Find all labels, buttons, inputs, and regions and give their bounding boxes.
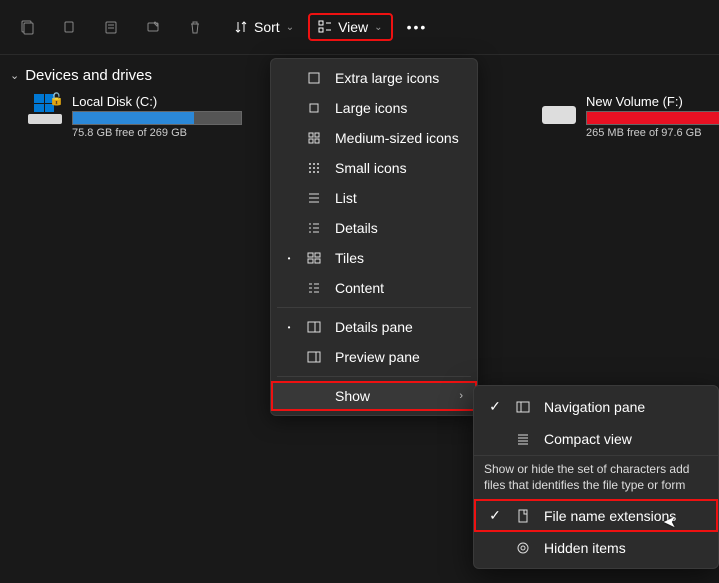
details-icon <box>305 221 323 235</box>
drive-icon: 🔓 <box>28 94 62 124</box>
grid-lg-icon <box>305 101 323 115</box>
delete-button[interactable] <box>176 8 214 46</box>
grid-xl-icon <box>305 71 323 85</box>
show-submenu: ✓Navigation pane Compact view Show or hi… <box>473 385 719 569</box>
check-icon: ✓ <box>488 507 502 524</box>
drive-free: 75.8 GB free of 269 GB <box>72 127 242 139</box>
section-title: Devices and drives <box>25 67 152 84</box>
sort-button[interactable]: Sort ⌄ <box>224 13 304 41</box>
chevron-down-icon: ⌄ <box>374 22 382 33</box>
usage-bar <box>72 111 242 125</box>
sort-label: Sort <box>254 19 280 35</box>
cursor-icon: ➤ <box>663 512 676 532</box>
drive-f[interactable]: New Volume (F:) 265 MB free of 97.6 GB <box>542 94 719 139</box>
view-label: View <box>338 19 368 35</box>
hidden-icon <box>514 541 532 555</box>
grid-sm-icon <box>305 161 323 175</box>
drive-c[interactable]: 🔓 Local Disk (C:) 75.8 GB free of 269 GB <box>28 94 242 139</box>
details-pane-icon <box>305 320 323 334</box>
tiles-icon <box>305 251 323 265</box>
rename-button[interactable] <box>134 8 172 46</box>
paste-button[interactable] <box>92 8 130 46</box>
separator <box>277 307 471 308</box>
usage-bar <box>586 111 719 125</box>
nav-pane-icon <box>514 400 532 414</box>
list-icon <box>305 191 323 205</box>
unlock-icon: 🔓 <box>49 92 64 106</box>
cut-button[interactable] <box>8 8 46 46</box>
drive-free: 265 MB free of 97.6 GB <box>586 127 719 139</box>
check-icon: ✓ <box>488 398 502 415</box>
menu-content[interactable]: •Content <box>271 273 477 303</box>
menu-file-name-extensions[interactable]: ✓File name extensions <box>474 499 718 532</box>
menu-small-icons[interactable]: •Small icons <box>271 153 477 183</box>
menu-preview-pane[interactable]: •Preview pane <box>271 342 477 372</box>
toolbar: Sort ⌄ View ⌄ ••• <box>0 0 719 55</box>
menu-show[interactable]: •Show› <box>271 381 477 411</box>
menu-extra-large-icons[interactable]: •Extra large icons <box>271 63 477 93</box>
compact-icon <box>514 432 532 446</box>
view-menu: •Extra large icons •Large icons •Medium-… <box>270 58 478 416</box>
menu-list[interactable]: •List <box>271 183 477 213</box>
view-icon <box>318 20 332 34</box>
menu-navigation-pane[interactable]: ✓Navigation pane <box>474 390 718 423</box>
menu-details-pane[interactable]: •Details pane <box>271 312 477 342</box>
menu-details[interactable]: •Details <box>271 213 477 243</box>
file-ext-icon <box>514 509 532 523</box>
menu-medium-icons[interactable]: •Medium-sized icons <box>271 123 477 153</box>
chevron-down-icon: ⌄ <box>286 22 294 33</box>
drive-name: New Volume (F:) <box>586 94 719 109</box>
drive-name: Local Disk (C:) <box>72 94 242 109</box>
view-button[interactable]: View ⌄ <box>308 13 392 41</box>
preview-pane-icon <box>305 350 323 364</box>
menu-compact-view[interactable]: Compact view <box>474 423 718 455</box>
chevron-down-icon: ⌄ <box>10 69 19 82</box>
content-icon <box>305 281 323 295</box>
tooltip: Show or hide the set of characters add f… <box>474 455 718 499</box>
menu-tiles[interactable]: •Tiles <box>271 243 477 273</box>
menu-large-icons[interactable]: •Large icons <box>271 93 477 123</box>
more-button[interactable]: ••• <box>397 19 438 35</box>
copy-button[interactable] <box>50 8 88 46</box>
chevron-right-icon: › <box>459 390 463 402</box>
separator <box>277 376 471 377</box>
menu-hidden-items[interactable]: Hidden items <box>474 532 718 564</box>
grid-md-icon <box>305 131 323 145</box>
drive-icon <box>542 94 576 124</box>
sort-icon <box>234 20 248 34</box>
